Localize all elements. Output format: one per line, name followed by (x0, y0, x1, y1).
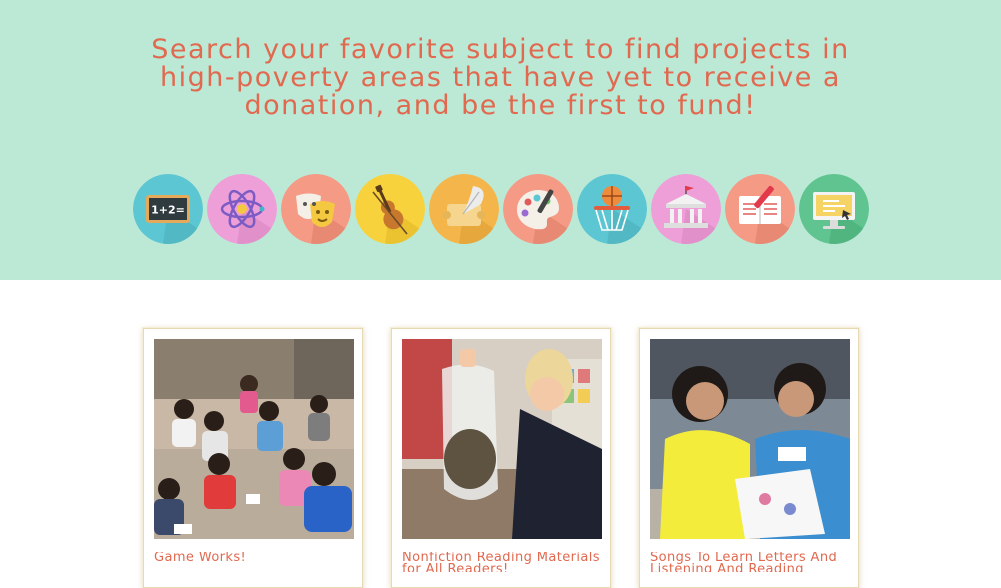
project-card[interactable]: Game Works! (143, 328, 363, 588)
subject-icon-row: 1+2= (133, 174, 873, 244)
technology-computer-icon[interactable] (799, 174, 869, 244)
science-atom-icon[interactable] (207, 174, 277, 244)
hero-banner: Search your favorite subject to find pro… (0, 0, 1001, 280)
project-title-link[interactable]: Game Works! (154, 552, 354, 572)
special-needs-notebook-icon[interactable] (725, 174, 795, 244)
hero-headline: Search your favorite subject to find pro… (151, 34, 850, 121)
sports-basketball-hoop-icon[interactable] (577, 174, 647, 244)
project-photo[interactable] (154, 339, 354, 539)
project-photo[interactable] (650, 339, 850, 539)
project-title-link[interactable]: Nonfiction Reading Materials for All Rea… (402, 552, 602, 572)
project-card[interactable]: Songs To Learn Letters And Listening And… (639, 328, 859, 588)
math-chalkboard-icon[interactable]: 1+2= (133, 174, 203, 244)
history-civics-building-icon[interactable] (651, 174, 721, 244)
project-card[interactable]: Nonfiction Reading Materials for All Rea… (391, 328, 611, 588)
art-palette-icon[interactable] (503, 174, 573, 244)
project-title-link[interactable]: Songs To Learn Letters And Listening And… (650, 552, 850, 572)
theater-masks-icon[interactable] (281, 174, 351, 244)
literacy-quill-scroll-icon[interactable] (429, 174, 499, 244)
svg-text:1+2=: 1+2= (151, 204, 185, 217)
music-violin-icon[interactable] (355, 174, 425, 244)
project-photo[interactable] (402, 339, 602, 539)
